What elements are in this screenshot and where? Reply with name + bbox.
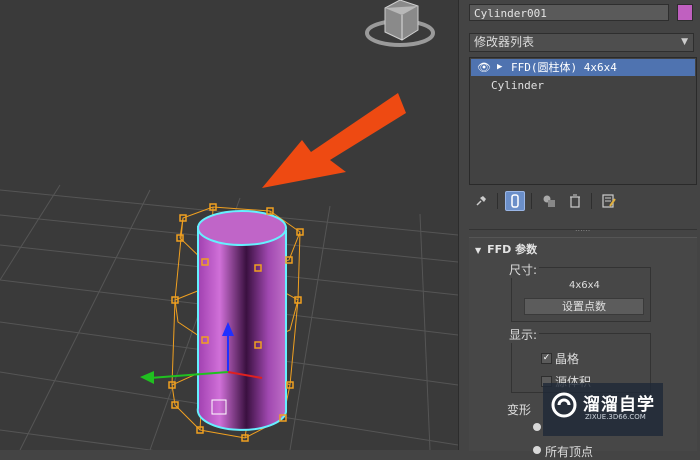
lattice-checkbox[interactable]: ✓ xyxy=(541,353,552,364)
modifier-list-dropdown[interactable]: 修改器列表 ▼ xyxy=(469,33,694,52)
toolbar-separator xyxy=(497,193,498,209)
view-cube-icon[interactable] xyxy=(365,0,435,47)
dimensions-value: 4x6x4 xyxy=(569,280,600,291)
make-unique-icon[interactable] xyxy=(539,191,559,211)
panel-divider[interactable]: ...... xyxy=(469,224,697,233)
pointer-arrow-icon xyxy=(262,93,406,188)
modifier-list-label: 修改器列表 xyxy=(474,35,535,49)
pin-stack-icon[interactable] xyxy=(471,191,491,211)
lattice-label: 晶格 xyxy=(555,352,580,366)
watermark-subtitle: ZIXUE.3D66.COM xyxy=(585,413,646,421)
collapse-triangle-icon: ▼ xyxy=(475,246,482,255)
stack-item-ffd[interactable]: 👁 ▶ FFD(圆柱体) 4x6x4 xyxy=(471,59,695,76)
size-group-label: 尺寸: xyxy=(507,261,540,278)
toolbar-separator xyxy=(531,193,532,209)
eye-icon[interactable]: 👁 xyxy=(477,59,491,76)
watermark-title: 溜溜自学 xyxy=(583,395,655,415)
all-vertices-radio[interactable] xyxy=(533,446,541,454)
cylinder-object[interactable] xyxy=(196,210,287,431)
expand-triangle-icon[interactable]: ▶ xyxy=(497,59,502,76)
configure-modifier-sets-icon[interactable] xyxy=(599,191,619,211)
show-end-result-icon[interactable] xyxy=(505,191,525,211)
deform-group-label: 变形 xyxy=(507,403,532,417)
stack-item-cylinder[interactable]: Cylinder xyxy=(471,77,695,94)
all-vertices-label: 所有顶点 xyxy=(545,445,594,459)
set-points-button[interactable]: 设置点数 xyxy=(524,298,644,315)
modifier-stack[interactable]: 👁 ▶ FFD(圆柱体) 4x6x4 Cylinder xyxy=(469,57,697,185)
chevron-down-icon: ▼ xyxy=(681,37,688,47)
deform-radio-1[interactable] xyxy=(533,423,541,431)
viewport-scene[interactable] xyxy=(0,0,458,450)
watermark: 溜溜自学 ZIXUE.3D66.COM xyxy=(543,383,663,436)
object-name-field[interactable]: Cylinder001 xyxy=(469,4,669,21)
display-group-label: 显示: xyxy=(507,326,540,343)
command-panel: Cylinder001 修改器列表 ▼ 👁 ▶ FFD(圆柱体) 4x6x4 C… xyxy=(458,0,700,459)
stack-item-cylinder-label: Cylinder xyxy=(491,79,544,92)
watermark-logo-icon xyxy=(551,392,577,418)
object-color-swatch[interactable] xyxy=(677,4,693,21)
perspective-viewport[interactable] xyxy=(0,0,458,450)
remove-modifier-icon[interactable] xyxy=(565,191,585,211)
toolbar-separator xyxy=(591,193,592,209)
stack-item-ffd-label: FFD(圆柱体) 4x6x4 xyxy=(511,61,617,74)
rollout-title[interactable]: ▼ FFD 参数 xyxy=(475,241,537,257)
